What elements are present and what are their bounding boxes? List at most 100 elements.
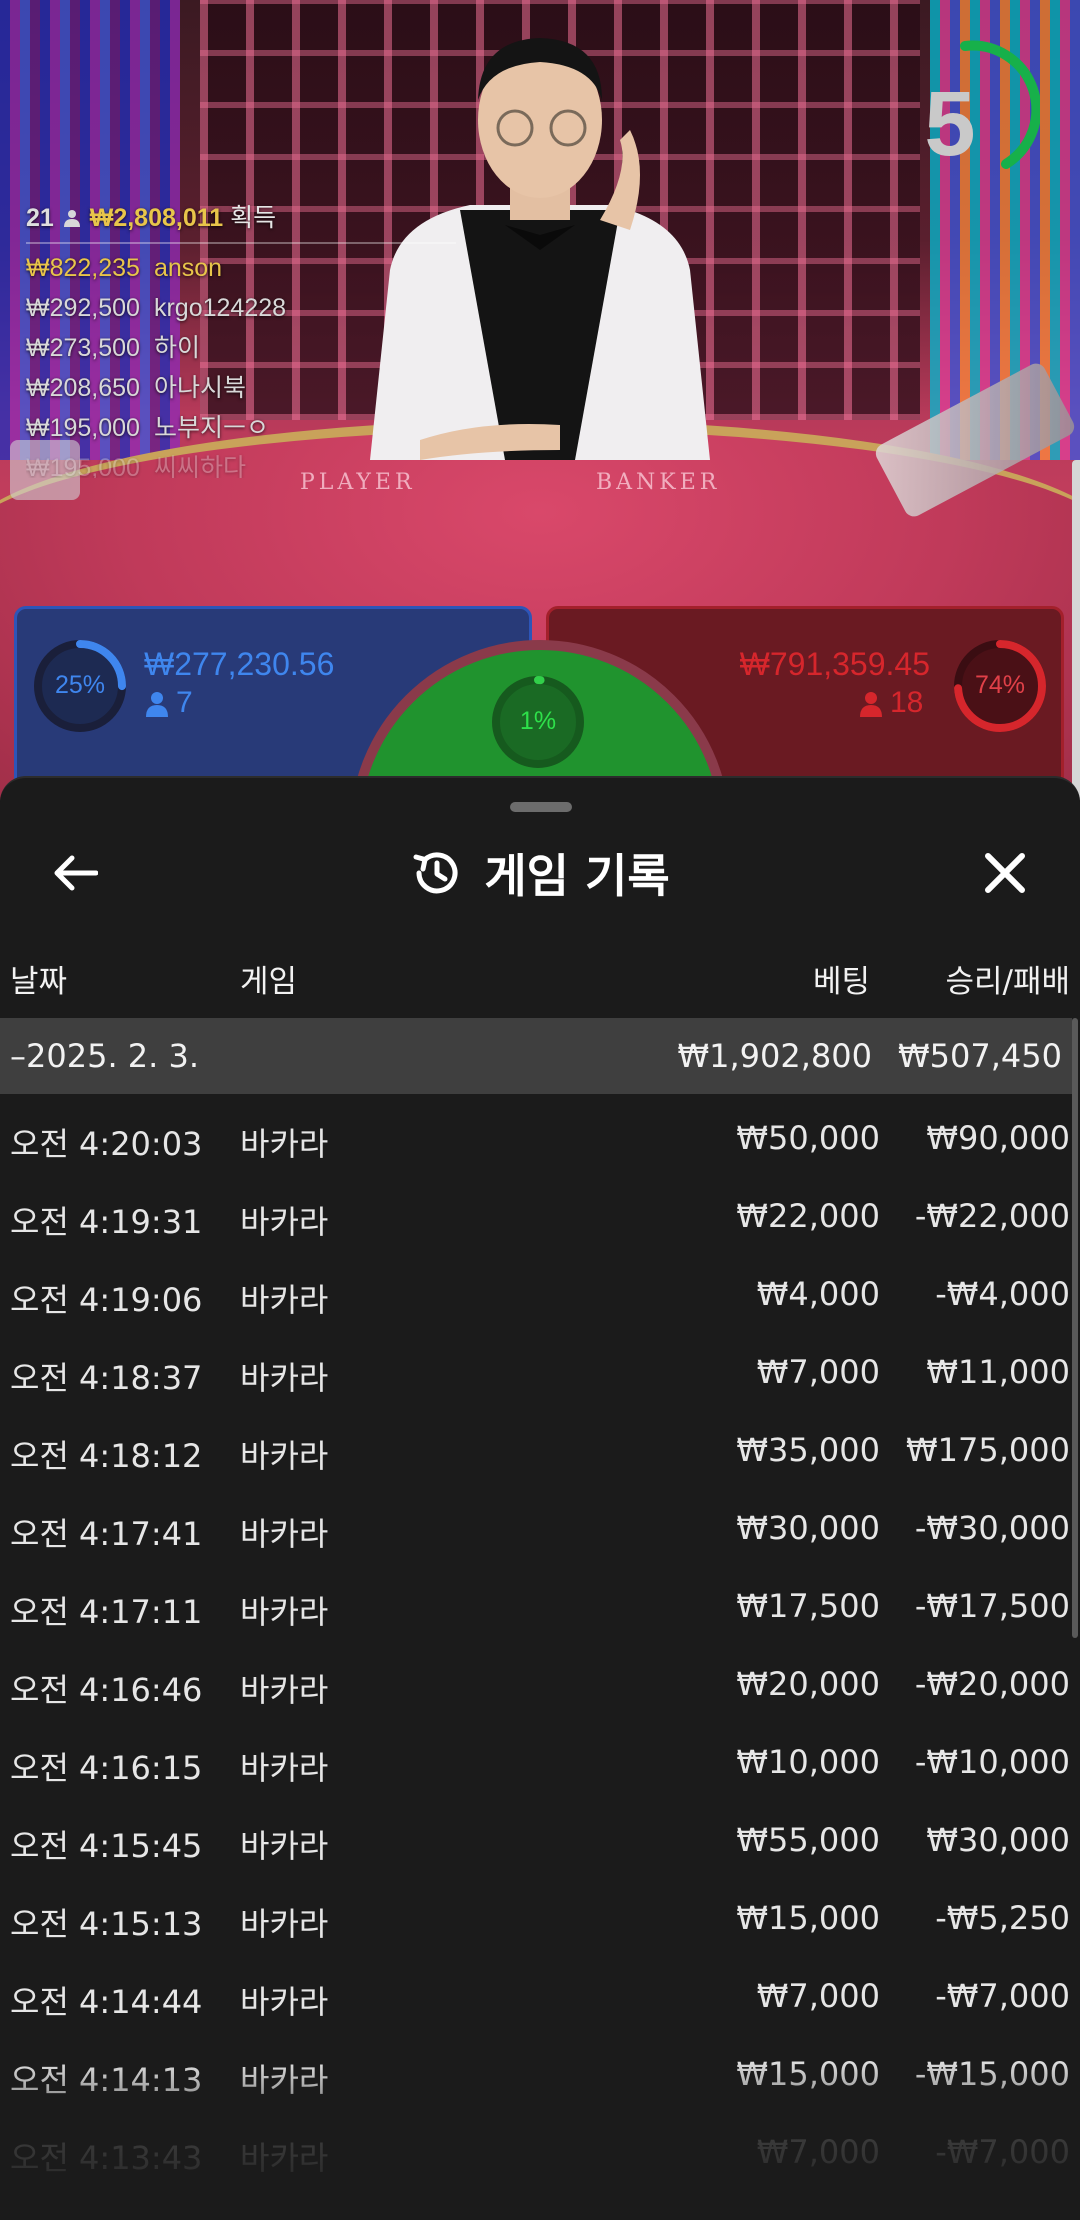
winner-name: 씨씨하다 [153, 454, 246, 478]
row-time: 오전 4:14:44 [10, 1983, 203, 2021]
row-game: 바카라 [240, 1983, 329, 2021]
row-winloss: -₩4,000 [935, 1275, 1070, 1313]
winner-amount: ₩208,650 [26, 374, 140, 402]
banker-percent: 74% [974, 671, 1026, 699]
row-time: 오전 4:15:13 [10, 1905, 203, 1943]
column-header-date: 날짜 [10, 964, 68, 1000]
table-row[interactable]: 오전 4:13:43 바카라 ₩7,000 -₩7,000 [0, 2112, 1080, 2190]
row-time: 오전 4:20:03 [10, 1125, 203, 1163]
sheet-header: 게임 기록 [0, 838, 1080, 908]
row-bet: ₩4,000 [756, 1275, 880, 1313]
row-winloss: -₩7,000 [935, 1977, 1070, 2015]
winner-amount: ₩822,235 [26, 254, 140, 282]
tie-percent: 1% [519, 707, 557, 735]
back-button[interactable] [40, 838, 110, 908]
countdown-timer: 5 [924, 73, 976, 175]
winner-amount: ₩195,000 [26, 454, 140, 478]
row-game: 바카라 [240, 1281, 329, 1319]
row-time: 오전 4:19:06 [10, 1281, 203, 1319]
row-bet: ₩50,000 [736, 1119, 880, 1157]
player-percent: 25% [54, 671, 106, 699]
table-row[interactable]: 오전 4:17:41 바카라 ₩30,000 -₩30,000 [0, 1488, 1080, 1566]
table-row[interactable]: 오전 4:19:06 바카라 ₩4,000 -₩4,000 [0, 1254, 1080, 1332]
history-list: 오전 4:20:03 바카라 ₩50,000 ₩90,000 오전 4:19:31 바카… [0, 1098, 1080, 2190]
winner-name: 하이 [153, 334, 200, 362]
winner-name: krgo124228 [153, 294, 287, 322]
row-bet: ₩7,000 [756, 1977, 880, 2015]
winners-summary: 21 ₩2,808,011 획득 [26, 198, 276, 234]
date-summary-row[interactable]: –2025. 2. 3. ₩1,902,800 ₩507,450 [0, 1018, 1072, 1094]
row-bet: ₩15,000 [736, 2055, 880, 2093]
winners-list: ₩822,235 anson ₩292,500 krgo124228 ₩273,50… [26, 248, 286, 478]
row-bet: ₩22,000 [736, 1197, 880, 1235]
winner-amount: ₩292,500 [26, 294, 140, 322]
winner-name: 노부지ㅡㅇ [153, 414, 269, 442]
winners-label: 획득 [230, 204, 277, 232]
winners-total: ₩2,808,011 [89, 204, 224, 232]
table-row[interactable]: 오전 4:14:13 바카라 ₩15,000 -₩15,000 [0, 2034, 1080, 2112]
table-row[interactable]: 오전 4:19:31 바카라 ₩22,000 -₩22,000 [0, 1176, 1080, 1254]
winner-row: ₩273,500 하이 [26, 328, 286, 368]
table-row[interactable]: 오전 4:14:44 바카라 ₩7,000 -₩7,000 [0, 1956, 1080, 2034]
row-time: 오전 4:18:37 [10, 1359, 203, 1397]
banker-bet-total: ₩791,359.45 [739, 646, 930, 682]
row-winloss: ₩11,000 [926, 1353, 1070, 1391]
winner-amount: ₩195,000 [26, 414, 140, 442]
row-bet: ₩7,000 [756, 1353, 880, 1391]
row-game: 바카라 [240, 1203, 329, 1241]
row-time: 오전 4:18:12 [10, 1437, 203, 1475]
history-icon [413, 852, 458, 894]
history-scrollbar[interactable] [1072, 1018, 1078, 1638]
winner-amount: ₩273,500 [26, 334, 140, 362]
player-bettor-count-value: 7 [176, 686, 193, 719]
table-row[interactable]: 오전 4:18:37 바카라 ₩7,000 ₩11,000 [0, 1332, 1080, 1410]
player-bettor-count: 7 [146, 686, 193, 720]
row-time: 오전 4:16:46 [10, 1671, 203, 1709]
table-row[interactable]: 오전 4:17:11 바카라 ₩17,500 -₩17,500 [0, 1566, 1080, 1644]
row-winloss: -₩30,000 [914, 1509, 1070, 1547]
table-header: 날짜 게임 베팅 승리/패배 [0, 944, 1080, 1004]
table-row[interactable]: 오전 4:16:46 바카라 ₩20,000 -₩20,000 [0, 1644, 1080, 1722]
table-row[interactable]: 오전 4:20:03 바카라 ₩50,000 ₩90,000 [0, 1098, 1080, 1176]
row-time: 오전 4:19:31 [10, 1203, 203, 1241]
column-header-game: 게임 [240, 964, 298, 1000]
winner-row: ₩195,000 노부지ㅡㅇ [26, 408, 286, 448]
row-game: 바카라 [240, 1671, 329, 1709]
summary-bet-total: ₩1,902,800 [677, 1037, 873, 1075]
winner-row: ₩195,000 씨씨하다 [26, 448, 286, 478]
row-bet: ₩17,500 [736, 1587, 880, 1625]
winner-name: anson [153, 254, 223, 282]
person-icon [63, 210, 80, 227]
row-winloss: -₩20,000 [914, 1665, 1070, 1703]
row-bet: ₩30,000 [736, 1509, 880, 1547]
row-time: 오전 4:17:41 [10, 1515, 203, 1553]
side-drawer-handle[interactable] [1072, 460, 1080, 800]
row-time: 오전 4:13:43 [10, 2139, 203, 2177]
close-icon [985, 853, 1025, 893]
row-bet: ₩55,000 [736, 1821, 880, 1859]
table-row[interactable]: 오전 4:18:12 바카라 ₩35,000 ₩175,000 [0, 1410, 1080, 1488]
row-game: 바카라 [240, 1593, 329, 1631]
row-winloss: -₩17,500 [914, 1587, 1070, 1625]
banker-bettor-count: 18 [860, 686, 923, 720]
row-winloss: ₩90,000 [926, 1119, 1070, 1157]
table-row[interactable]: 오전 4:15:13 바카라 ₩15,000 -₩5,250 [0, 1878, 1080, 1956]
row-winloss: -₩7,000 [935, 2133, 1070, 2171]
row-game: 바카라 [240, 1359, 329, 1397]
arrow-left-icon [54, 855, 98, 891]
close-button[interactable] [970, 838, 1040, 908]
row-game: 바카라 [240, 1515, 329, 1553]
row-bet: ₩7,000 [756, 2133, 880, 2171]
page-title: 게임 기록 [484, 849, 670, 903]
table-row[interactable]: 오전 4:15:45 바카라 ₩55,000 ₩30,000 [0, 1800, 1080, 1878]
winner-name: 아나시북 [153, 374, 246, 402]
person-icon [860, 692, 882, 718]
row-winloss: -₩22,000 [914, 1197, 1070, 1235]
banker-bettor-count-value: 18 [890, 686, 924, 719]
winners-count: 21 [26, 204, 54, 232]
winner-row: ₩208,650 아나시북 [26, 368, 286, 408]
column-header-winloss: 승리/패배 [945, 964, 1070, 1000]
table-row[interactable]: 오전 4:16:15 바카라 ₩10,000 -₩10,000 [0, 1722, 1080, 1800]
row-game: 바카라 [240, 2061, 329, 2099]
sheet-drag-handle[interactable] [510, 802, 572, 812]
